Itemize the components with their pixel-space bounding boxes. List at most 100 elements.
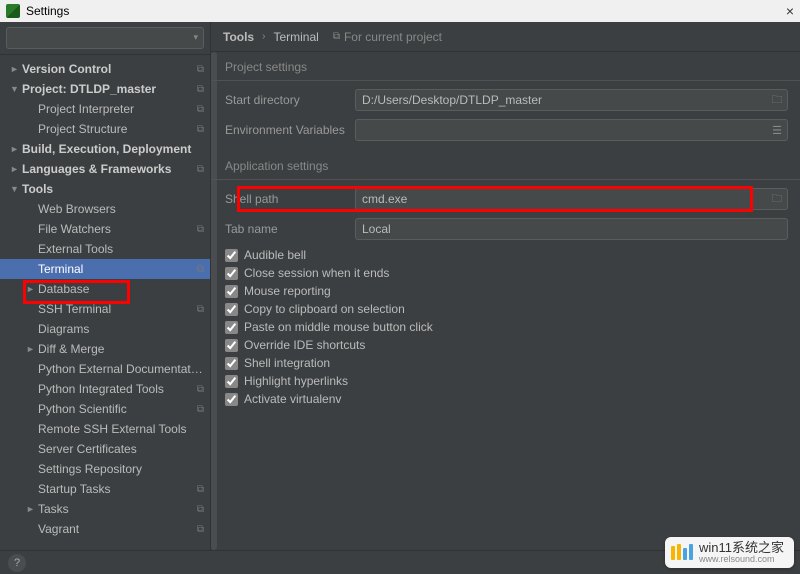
sidebar-item-label: Python External Documentation: [38, 362, 204, 376]
label-tab-name: Tab name: [225, 222, 355, 236]
checkbox-close-session-when-it-ends[interactable]: [225, 267, 238, 280]
checkbox-activate-virtualenv[interactable]: [225, 393, 238, 406]
sidebar-item-label: Remote SSH External Tools: [38, 422, 204, 436]
sidebar-item-project-dtldp-master[interactable]: ▼Project: DTLDP_master⧉: [0, 79, 210, 99]
project-scope-icon: ⧉: [197, 484, 204, 495]
sidebar-item-label: SSH Terminal: [38, 302, 193, 316]
checkbox-paste-on-middle-mouse-button-click[interactable]: [225, 321, 238, 334]
input-env-vars[interactable]: [356, 121, 767, 139]
watermark: win11系统之家 www.relsound.com: [665, 537, 794, 568]
sidebar-item-terminal[interactable]: Terminal⧉: [0, 259, 210, 279]
section-app-settings: Application settings: [211, 151, 800, 180]
sidebar-item-languages-frameworks[interactable]: ►Languages & Frameworks⧉: [0, 159, 210, 179]
sidebar-item-tasks[interactable]: ►Tasks⧉: [0, 499, 210, 519]
sidebar-item-project-interpreter[interactable]: Project Interpreter⧉: [0, 99, 210, 119]
checkbox-audible-bell[interactable]: [225, 249, 238, 262]
project-scope-icon: ⧉: [197, 504, 204, 515]
sidebar-item-file-watchers[interactable]: File Watchers⧉: [0, 219, 210, 239]
chevron-down-icon[interactable]: ▾: [193, 32, 198, 43]
sidebar-item-startup-tasks[interactable]: Startup Tasks ⧉: [0, 479, 210, 499]
checkbox-mouse-reporting[interactable]: [225, 285, 238, 298]
sidebar-item-label: Database: [38, 282, 204, 296]
label-shell-path: Shell path: [225, 192, 355, 206]
check-row-paste-on-middle-mouse-button-click: Paste on middle mouse button click: [211, 318, 800, 336]
window-title: Settings: [26, 4, 69, 18]
input-start-directory[interactable]: [356, 91, 767, 109]
window-titlebar: Settings ×: [0, 0, 800, 22]
sidebar-item-label: External Tools: [38, 242, 204, 256]
scrollbar[interactable]: [211, 52, 217, 550]
sidebar: 🔍 ▾ ►Version Control⧉▼Project: DTLDP_mas…: [0, 22, 211, 550]
checkbox-label: Shell integration: [244, 356, 330, 370]
checkbox-highlight-hyperlinks[interactable]: [225, 375, 238, 388]
input-shell-path[interactable]: [356, 190, 767, 208]
chevron-icon: ►: [10, 64, 22, 74]
sidebar-item-python-scientific[interactable]: Python Scientific⧉: [0, 399, 210, 419]
checkbox-label: Audible bell: [244, 248, 306, 262]
close-icon[interactable]: ×: [786, 3, 794, 19]
label-start-directory: Start directory: [225, 93, 355, 107]
sidebar-item-web-browsers[interactable]: Web Browsers: [0, 199, 210, 219]
sidebar-item-label: Languages & Frameworks: [22, 162, 193, 176]
sidebar-item-diagrams[interactable]: Diagrams: [0, 319, 210, 339]
sidebar-item-label: Tasks: [38, 502, 193, 516]
sidebar-item-label: Web Browsers: [38, 202, 204, 216]
search-input[interactable]: [6, 27, 204, 49]
project-scope-icon: ⧉: [197, 84, 204, 95]
chevron-icon: ►: [10, 164, 22, 174]
input-tab-name[interactable]: [356, 220, 787, 238]
scope-indicator: ⧉ For current project: [333, 30, 442, 44]
check-row-mouse-reporting: Mouse reporting: [211, 282, 800, 300]
check-row-override-ide-shortcuts: Override IDE shortcuts: [211, 336, 800, 354]
scope-label: For current project: [344, 30, 442, 44]
sidebar-item-remote-ssh-external-tools[interactable]: Remote SSH External Tools: [0, 419, 210, 439]
sidebar-item-project-structure[interactable]: Project Structure ⧉: [0, 119, 210, 139]
sidebar-item-external-tools[interactable]: External Tools: [0, 239, 210, 259]
sidebar-item-version-control[interactable]: ►Version Control⧉: [0, 59, 210, 79]
row-env-vars: Environment Variables ☰: [211, 117, 800, 143]
sidebar-item-build-execution-deployment[interactable]: ►Build, Execution, Deployment: [0, 139, 210, 159]
help-button[interactable]: ?: [8, 554, 26, 572]
row-start-directory: Start directory 🗀: [211, 87, 800, 113]
project-scope-icon: ⧉: [197, 264, 204, 275]
breadcrumb: Tools › Terminal ⧉ For current project: [211, 22, 800, 52]
project-scope-icon: ⧉: [197, 124, 204, 135]
sidebar-item-tools[interactable]: ▼Tools: [0, 179, 210, 199]
folder-icon[interactable]: 🗀: [767, 190, 787, 209]
sidebar-item-python-integrated-tools[interactable]: Python Integrated Tools⧉: [0, 379, 210, 399]
sidebar-item-settings-repository[interactable]: Settings Repository: [0, 459, 210, 479]
sidebar-item-diff-merge[interactable]: ►Diff & Merge: [0, 339, 210, 359]
sidebar-item-label: Project Structure: [38, 122, 193, 136]
sidebar-item-label: Python Integrated Tools: [38, 382, 193, 396]
project-scope-icon: ⧉: [197, 64, 204, 75]
checkbox-copy-to-clipboard-on-selection[interactable]: [225, 303, 238, 316]
checkbox-override-ide-shortcuts[interactable]: [225, 339, 238, 352]
chevron-right-icon: ›: [262, 31, 265, 42]
sidebar-item-label: Python Scientific: [38, 402, 193, 416]
chevron-icon: ►: [10, 144, 22, 154]
sidebar-item-label: Vagrant: [38, 522, 193, 536]
sidebar-item-database[interactable]: ►Database: [0, 279, 210, 299]
sidebar-item-vagrant[interactable]: Vagrant ⧉: [0, 519, 210, 539]
watermark-title: win11系统之家: [699, 541, 784, 555]
checkbox-shell-integration[interactable]: [225, 357, 238, 370]
app-icon: [6, 4, 20, 18]
sidebar-item-server-certificates[interactable]: Server Certificates: [0, 439, 210, 459]
sidebar-item-label: Startup Tasks: [38, 482, 193, 496]
checkbox-group: Audible bell Close session when it endsMo…: [211, 246, 800, 408]
check-row-close-session-when-it-ends: Close session when it ends: [211, 264, 800, 282]
sidebar-item-label: Project Interpreter: [38, 102, 193, 116]
chevron-icon: ►: [26, 344, 38, 354]
breadcrumb-root[interactable]: Tools: [223, 30, 254, 44]
sidebar-item-ssh-terminal[interactable]: SSH Terminal⧉: [0, 299, 210, 319]
sidebar-item-label: Build, Execution, Deployment: [22, 142, 204, 156]
folder-icon[interactable]: 🗀: [767, 91, 787, 110]
sidebar-item-python-external-documentation[interactable]: Python External Documentation: [0, 359, 210, 379]
list-icon[interactable]: ☰: [767, 124, 787, 137]
sidebar-item-label: Tools: [22, 182, 204, 196]
checkbox-label: Paste on middle mouse button click: [244, 320, 433, 334]
project-scope-icon: ⧉: [197, 524, 204, 535]
check-row-activate-virtualenv: Activate virtualenv: [211, 390, 800, 408]
breadcrumb-leaf: Terminal: [273, 30, 318, 44]
check-row-audible-bell: Audible bell: [211, 246, 800, 264]
